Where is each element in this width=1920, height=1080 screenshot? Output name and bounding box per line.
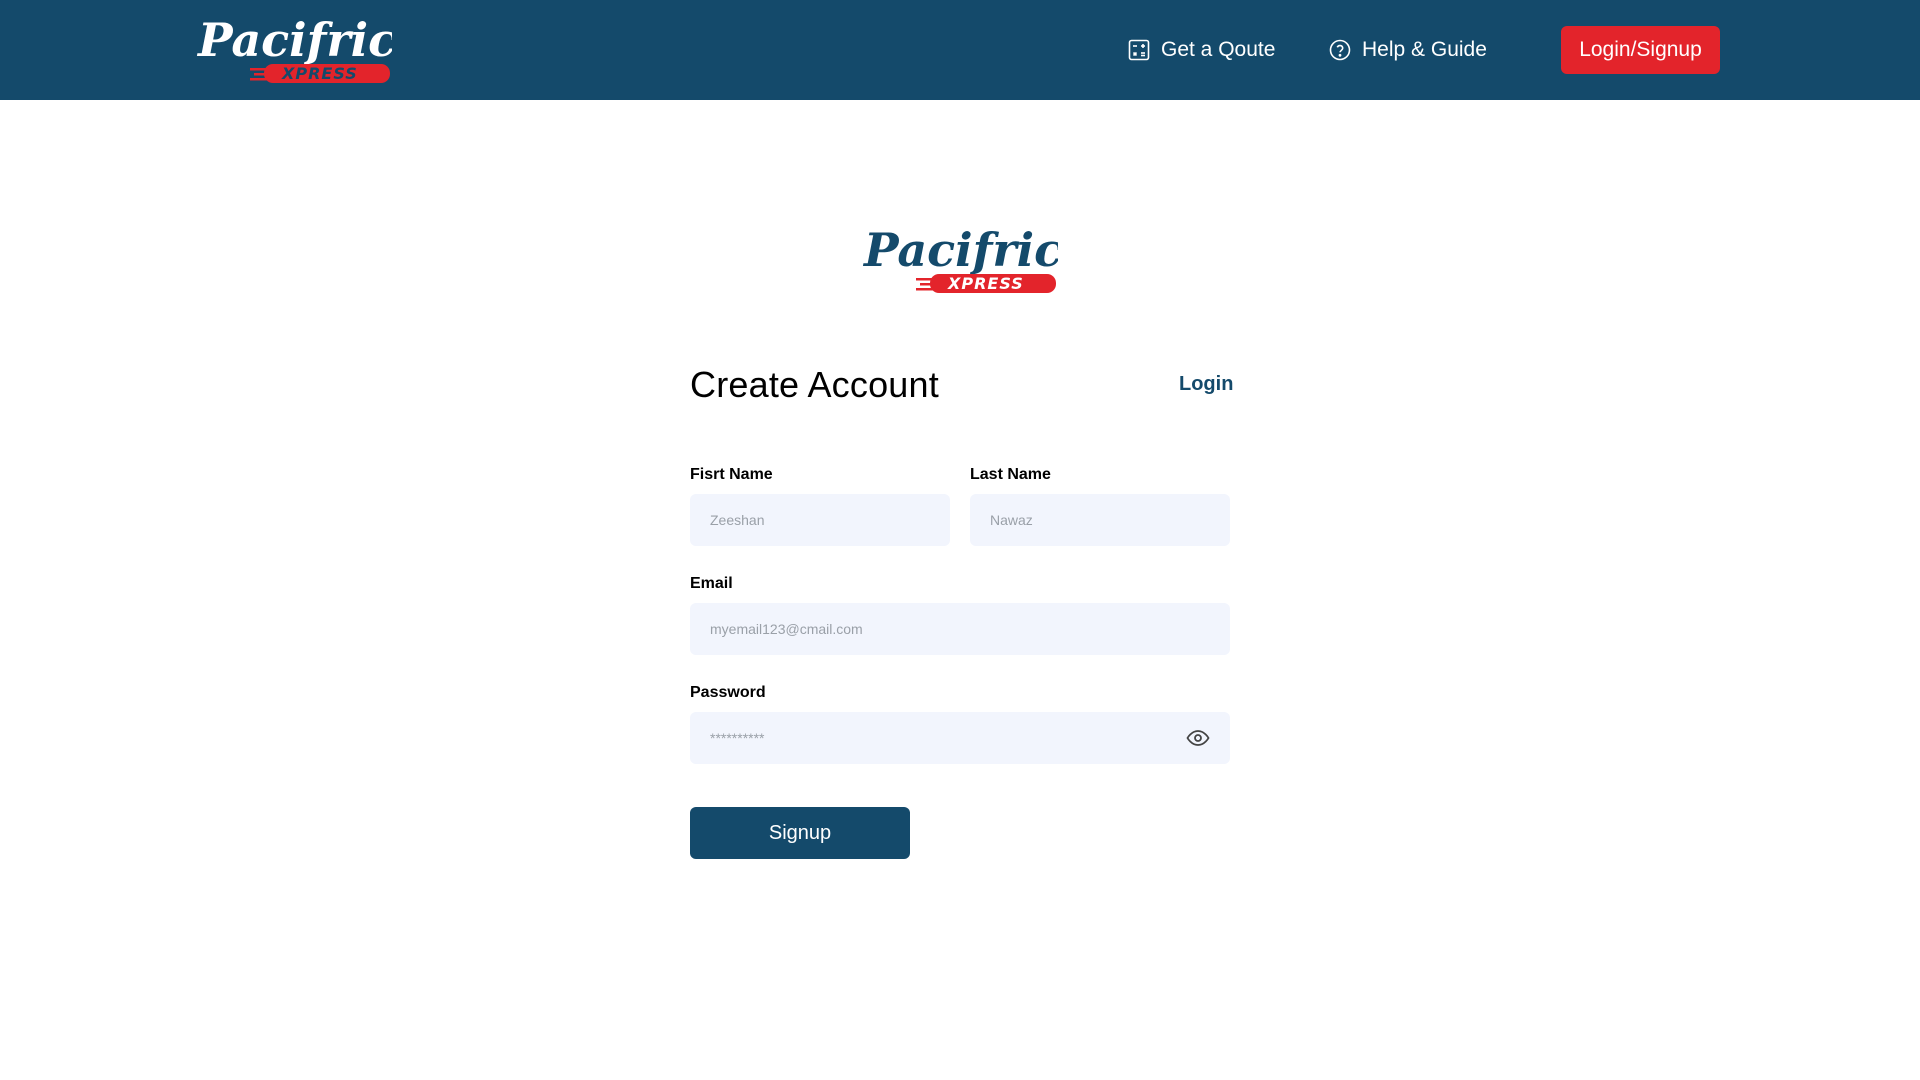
header-logo[interactable]: Pacifrica XPRESS [196,12,392,86]
eye-icon[interactable] [1184,725,1212,751]
last-name-label: Last Name [970,466,1051,483]
password-input[interactable] [690,712,1230,764]
nav-help-guide-label: Help & Guide [1362,38,1487,61]
nav-get-quote[interactable]: Get a Qoute [1127,34,1275,66]
last-name-input[interactable] [970,494,1230,546]
first-name-input[interactable] [690,494,950,546]
logo-tagline: XPRESS [947,274,1024,293]
login-link[interactable]: Login [1179,373,1233,396]
nav-help-guide[interactable]: Help & Guide [1328,34,1487,66]
nav-get-quote-label: Get a Qoute [1161,38,1276,61]
top-navbar: Pacifrica XPRESS Get a Qoute [0,0,1920,100]
login-signup-button[interactable]: Login/Signup [1561,26,1720,74]
signup-button[interactable]: Signup [690,807,910,859]
password-label: Password [690,684,766,701]
logo-wordmark: Pacifrica [862,223,1058,277]
logo-tagline: XPRESS [281,64,358,83]
page-title: Create Account [690,364,939,405]
main-logo: Pacifrica XPRESS [862,223,1058,293]
calculator-icon [1127,38,1151,62]
email-input[interactable] [690,603,1230,655]
first-name-label: Fisrt Name [690,466,773,483]
help-circle-icon [1328,38,1352,62]
email-label: Email [690,575,733,592]
logo-wordmark: Pacifrica [196,13,392,67]
